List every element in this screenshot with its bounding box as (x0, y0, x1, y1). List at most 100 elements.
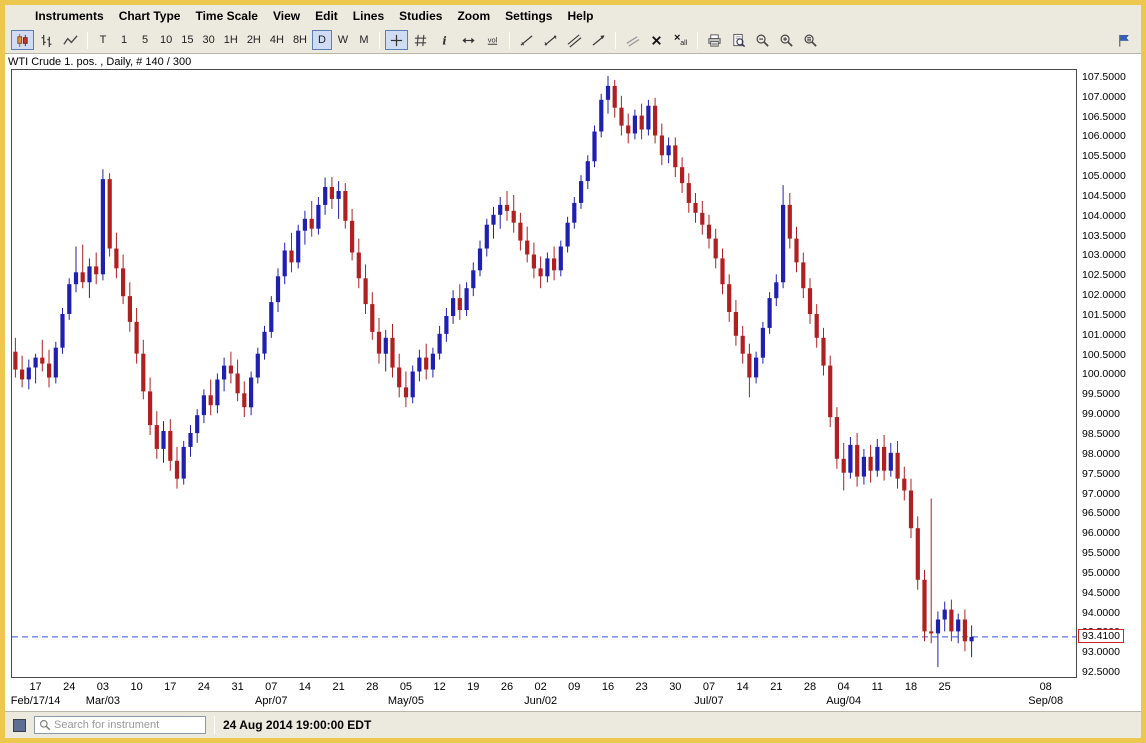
menu-lines[interactable]: Lines (353, 9, 384, 23)
trendline-icon (519, 33, 534, 48)
timeframe-8h-button[interactable]: 8H (289, 30, 311, 50)
volume-icon: vol (485, 33, 500, 48)
horizontal-expand-icon (461, 33, 476, 48)
timeframe-1h-button[interactable]: 1H (220, 30, 242, 50)
y-axis-label: 107.5000 (1082, 71, 1126, 83)
ray-line-icon (591, 33, 606, 48)
x-axis-week-label: 12 (433, 681, 445, 693)
timeframe-daily-button[interactable]: D (312, 30, 332, 50)
toolbar-separator (87, 32, 88, 49)
x-axis-week-label: 08 (1040, 681, 1052, 693)
timeframe-4h-button[interactable]: 4H (266, 30, 288, 50)
x-axis-week-label: 16 (602, 681, 614, 693)
delete-all-lines-button[interactable]: all (669, 30, 692, 50)
search-input[interactable] (54, 719, 201, 731)
y-axis-label: 94.5000 (1082, 587, 1120, 599)
status-bar: 24 Aug 2014 19:00:00 EDT (5, 712, 1141, 738)
toolbar-separator (615, 32, 616, 49)
toolbar-separator (509, 32, 510, 49)
crosshair-icon (389, 33, 404, 48)
delete-line-button[interactable] (645, 30, 668, 50)
toolbar-separator (697, 32, 698, 49)
y-axis-label: 97.5000 (1082, 468, 1120, 480)
timestamp: 24 Aug 2014 19:00:00 EDT (223, 718, 371, 732)
timeframe-10min-button[interactable]: 10 (156, 30, 176, 50)
status-square-icon[interactable] (13, 719, 26, 732)
crosshair-button[interactable] (385, 30, 408, 50)
printer-icon (707, 33, 722, 48)
x-axis-week-label: 19 (467, 681, 479, 693)
x-axis-week-label: 24 (198, 681, 210, 693)
timeframe-1min-button[interactable]: 1 (114, 30, 134, 50)
timeframe-2h-button[interactable]: 2H (243, 30, 265, 50)
y-axis-label: 103.0000 (1082, 249, 1126, 261)
menu-edit[interactable]: Edit (315, 9, 338, 23)
y-axis-label: 101.0000 (1082, 329, 1126, 341)
y-axis-label: 100.0000 (1082, 368, 1126, 380)
zoom-fit-button[interactable] (799, 30, 822, 50)
x-axis-week-label: 28 (804, 681, 816, 693)
menu-zoom[interactable]: Zoom (457, 9, 490, 23)
x-axis-week-label: 24 (63, 681, 75, 693)
y-axis-label: 100.5000 (1082, 349, 1126, 361)
volume-button[interactable]: vol (481, 30, 504, 50)
y-axis-label: 107.0000 (1082, 91, 1126, 103)
y-axis-label: 102.5000 (1082, 269, 1126, 281)
print-button[interactable] (703, 30, 726, 50)
search-icon (39, 719, 51, 731)
info-button[interactable]: i (433, 30, 456, 50)
menu-instruments[interactable]: Instruments (35, 9, 104, 23)
menu-help[interactable]: Help (567, 9, 593, 23)
timeframe-30min-button[interactable]: 30 (199, 30, 219, 50)
menu-chart-type[interactable]: Chart Type (119, 9, 181, 23)
line-chart-button[interactable] (59, 30, 82, 50)
trendline-button[interactable] (515, 30, 538, 50)
y-axis-label: 96.0000 (1082, 527, 1120, 539)
menu-time-scale[interactable]: Time Scale (195, 9, 257, 23)
parallel-lines-button[interactable] (621, 30, 644, 50)
y-axis-label: 106.5000 (1082, 111, 1126, 123)
x-axis-week-label: 28 (366, 681, 378, 693)
search-box[interactable] (34, 716, 206, 734)
x-axis-week-label: 04 (838, 681, 850, 693)
print-preview-button[interactable] (727, 30, 750, 50)
grid-button[interactable] (409, 30, 432, 50)
trendline-segment-icon (543, 33, 558, 48)
timeframe-tick-button[interactable]: T (93, 30, 113, 50)
menu-studies[interactable]: Studies (399, 9, 442, 23)
trend-channel-icon (567, 33, 582, 48)
x-axis-week-label: 14 (737, 681, 749, 693)
zoom-fit-icon (803, 33, 818, 48)
x-axis[interactable]: 1724031017243107142128051219260209162330… (12, 678, 1076, 711)
candlestick-chart-button[interactable] (11, 30, 34, 50)
x-axis-month-label: Mar/03 (86, 695, 120, 707)
zoom-out-button[interactable] (751, 30, 774, 50)
timeframe-5min-button[interactable]: 5 (135, 30, 155, 50)
x-axis-week-label: 09 (568, 681, 580, 693)
x-axis-week-label: 21 (770, 681, 782, 693)
menu-view[interactable]: View (273, 9, 300, 23)
x-axis-week-label: 11 (872, 681, 883, 693)
timeframe-15min-button[interactable]: 15 (177, 30, 197, 50)
ray-line-button[interactable] (587, 30, 610, 50)
timeframe-weekly-button[interactable]: W (333, 30, 353, 50)
timeframe-monthly-button[interactable]: M (354, 30, 374, 50)
flag-icon (1116, 33, 1131, 48)
toolbar-buttons: T151015301H2H4H8HDWMivolall (11, 30, 1112, 50)
price-chart[interactable] (11, 69, 1077, 678)
expand-horizontal-button[interactable] (457, 30, 480, 50)
x-axis-week-label: 07 (703, 681, 715, 693)
bar-chart-button[interactable] (35, 30, 58, 50)
menu-settings[interactable]: Settings (505, 9, 552, 23)
x-axis-week-label: 23 (636, 681, 648, 693)
delete-all-icon: all (673, 33, 688, 48)
trend-channel-button[interactable] (563, 30, 586, 50)
bookmark-flag-button[interactable] (1112, 30, 1135, 50)
y-axis-label: 97.0000 (1082, 488, 1120, 500)
y-axis[interactable]: 93.4100 107.5000107.0000106.5000106.0000… (1077, 69, 1139, 678)
x-axis-month-label: Apr/07 (255, 695, 287, 707)
zoom-in-button[interactable] (775, 30, 798, 50)
grid-icon (413, 33, 428, 48)
y-axis-label: 105.0000 (1082, 170, 1126, 182)
trendline-segment-button[interactable] (539, 30, 562, 50)
